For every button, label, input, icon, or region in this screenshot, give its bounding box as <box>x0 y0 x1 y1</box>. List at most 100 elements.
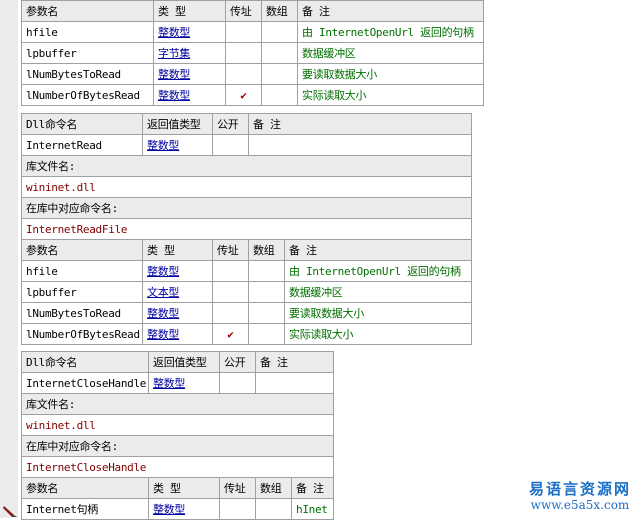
param-row[interactable]: lNumBytesToRead 整数型 要读取数据大小 <box>21 302 472 324</box>
param-array-cell[interactable] <box>261 42 298 64</box>
param-array-cell[interactable] <box>248 302 285 324</box>
param-note-cell[interactable]: 实际读取大小 <box>297 84 484 106</box>
dll-note-cell[interactable] <box>248 134 472 156</box>
param-array-header: 数组 <box>248 239 285 261</box>
param-type-cell[interactable]: 文本型 <box>142 281 213 303</box>
param-note-cell[interactable]: 由 InternetOpenUrl 返回的句柄 <box>297 21 484 43</box>
lib-value-row[interactable]: wininet.dll <box>21 414 334 436</box>
param-array-cell[interactable] <box>248 323 285 345</box>
param-note-cell[interactable]: 要读取数据大小 <box>297 63 484 85</box>
param-name-header: 参数名 <box>21 0 154 22</box>
param-header-row: 参数名 类 型 传址 数组 备 注 <box>21 239 472 261</box>
alias-value-row[interactable]: InternetCloseHandle <box>21 456 334 478</box>
alias-label-row: 在库中对应命令名: <box>21 435 334 457</box>
dll-note-header: 备 注 <box>255 351 334 373</box>
dll-public-header: 公开 <box>219 351 256 373</box>
param-type-cell[interactable]: 整数型 <box>142 260 213 282</box>
param-header-row: 参数名 类 型 传址 数组 备 注 <box>21 0 484 22</box>
lib-file-value[interactable]: wininet.dll <box>21 176 472 198</box>
check-icon[interactable]: ✔ <box>225 84 262 106</box>
dll-name-header: Dll命令名 <box>21 113 143 135</box>
param-row[interactable]: lNumberOfBytesRead 整数型 ✔ 实际读取大小 <box>21 323 472 345</box>
dll-command-name[interactable]: InternetRead <box>21 134 143 156</box>
alias-value-row[interactable]: InternetReadFile <box>21 218 472 240</box>
alias-label: 在库中对应命令名: <box>21 197 472 219</box>
param-byref-header: 传址 <box>219 477 256 499</box>
param-byref-cell[interactable] <box>219 498 256 520</box>
param-type-cell[interactable]: 整数型 <box>153 21 226 43</box>
param-name-cell[interactable]: lpbuffer <box>21 281 143 303</box>
param-note-cell[interactable]: 由 InternetOpenUrl 返回的句柄 <box>284 260 472 282</box>
param-note-cell[interactable]: 数据缓冲区 <box>284 281 472 303</box>
dll-header-row: Dll命令名 返回值类型 公开 备 注 <box>21 113 472 135</box>
top-param-block: 参数名 类 型 传址 数组 备 注 hfile 整数型 由 InternetOp… <box>21 0 484 106</box>
param-array-cell[interactable] <box>261 84 298 106</box>
dll-ret-header: 返回值类型 <box>142 113 213 135</box>
param-note-cell[interactable]: 实际读取大小 <box>284 323 472 345</box>
dll-return-type[interactable]: 整数型 <box>142 134 213 156</box>
alias-value[interactable]: InternetReadFile <box>21 218 472 240</box>
param-note-cell[interactable]: 要读取数据大小 <box>284 302 472 324</box>
dll-public-cell[interactable] <box>219 372 256 394</box>
dll-public-cell[interactable] <box>212 134 249 156</box>
param-byref-cell[interactable] <box>212 260 249 282</box>
param-type-header: 类 型 <box>142 239 213 261</box>
param-name-cell[interactable]: lNumberOfBytesRead <box>21 323 143 345</box>
param-array-header: 数组 <box>255 477 292 499</box>
param-row[interactable]: lpbuffer 文本型 数据缓冲区 <box>21 281 472 303</box>
param-row[interactable]: lNumBytesToRead 整数型 要读取数据大小 <box>21 63 484 85</box>
param-type-cell[interactable]: 整数型 <box>142 323 213 345</box>
param-name-header: 参数名 <box>21 477 149 499</box>
param-byref-cell[interactable] <box>225 21 262 43</box>
param-row[interactable]: hfile 整数型 由 InternetOpenUrl 返回的句柄 <box>21 21 484 43</box>
dll-note-cell[interactable] <box>255 372 334 394</box>
top-param-table: 参数名 类 型 传址 数组 备 注 hfile 整数型 由 InternetOp… <box>21 0 484 106</box>
param-name-cell[interactable]: hfile <box>21 21 154 43</box>
param-type-header: 类 型 <box>148 477 220 499</box>
lib-label-row: 库文件名: <box>21 155 472 177</box>
param-byref-cell[interactable] <box>225 63 262 85</box>
param-type-cell[interactable]: 字节集 <box>153 42 226 64</box>
param-type-cell[interactable]: 整数型 <box>153 84 226 106</box>
param-row[interactable]: lpbuffer 字节集 数据缓冲区 <box>21 42 484 64</box>
param-type-header: 类 型 <box>153 0 226 22</box>
param-note-cell[interactable]: hInet <box>291 498 334 520</box>
param-name-cell[interactable]: lpbuffer <box>21 42 154 64</box>
param-row[interactable]: Internet句柄 整数型 hInet <box>21 498 334 520</box>
param-array-cell[interactable] <box>248 260 285 282</box>
dll-command-name[interactable]: InternetCloseHandle <box>21 372 149 394</box>
param-name-cell[interactable]: Internet句柄 <box>21 498 149 520</box>
param-byref-cell[interactable] <box>225 42 262 64</box>
param-header-row: 参数名 类 型 传址 数组 备 注 <box>21 477 334 499</box>
dll-return-type[interactable]: 整数型 <box>148 372 220 394</box>
lib-value-row[interactable]: wininet.dll <box>21 176 472 198</box>
param-note-cell[interactable]: 数据缓冲区 <box>297 42 484 64</box>
param-name-cell[interactable]: hfile <box>21 260 143 282</box>
dll-command-row[interactable]: InternetRead 整数型 <box>21 134 472 156</box>
param-row[interactable]: lNumberOfBytesRead 整数型 ✔ 实际读取大小 <box>21 84 484 106</box>
dll-name-header: Dll命令名 <box>21 351 149 373</box>
param-array-cell[interactable] <box>261 63 298 85</box>
param-array-cell[interactable] <box>255 498 292 520</box>
param-row[interactable]: hfile 整数型 由 InternetOpenUrl 返回的句柄 <box>21 260 472 282</box>
param-byref-cell[interactable] <box>212 281 249 303</box>
param-byref-cell[interactable] <box>212 302 249 324</box>
param-name-cell[interactable]: lNumBytesToRead <box>21 302 143 324</box>
param-name-cell[interactable]: lNumBytesToRead <box>21 63 154 85</box>
watermark-url: www.e5a5x.com <box>530 498 630 512</box>
param-name-header: 参数名 <box>21 239 143 261</box>
param-type-cell[interactable]: 整数型 <box>142 302 213 324</box>
lib-file-value[interactable]: wininet.dll <box>21 414 334 436</box>
param-array-header: 数组 <box>261 0 298 22</box>
check-icon[interactable]: ✔ <box>212 323 249 345</box>
param-name-cell[interactable]: lNumberOfBytesRead <box>21 84 154 106</box>
dll-ret-header: 返回值类型 <box>148 351 220 373</box>
param-array-cell[interactable] <box>261 21 298 43</box>
dll-command-block-close: Dll命令名 返回值类型 公开 备 注 InternetCloseHandle … <box>21 351 334 520</box>
param-byref-header: 传址 <box>225 0 262 22</box>
param-array-cell[interactable] <box>248 281 285 303</box>
alias-value[interactable]: InternetCloseHandle <box>21 456 334 478</box>
param-type-cell[interactable]: 整数型 <box>153 63 226 85</box>
dll-command-row[interactable]: InternetCloseHandle 整数型 <box>21 372 334 394</box>
param-type-cell[interactable]: 整数型 <box>148 498 220 520</box>
